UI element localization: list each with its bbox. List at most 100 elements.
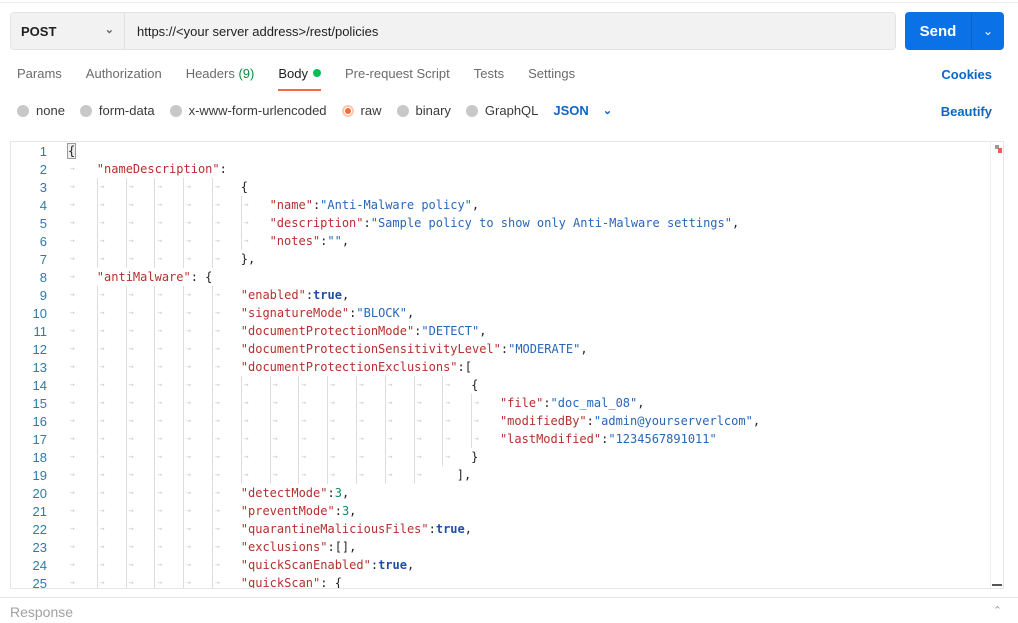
- tab-arrow-icon: →: [183, 412, 212, 430]
- line-number: 3: [39, 179, 47, 195]
- code-token: ],: [442, 468, 472, 482]
- radio-graphql[interactable]: GraphQL: [465, 103, 538, 118]
- tab-arrow-icon: →: [70, 218, 75, 227]
- code-token: :: [500, 342, 509, 356]
- tab-arrow-icon: →: [211, 250, 241, 268]
- tab-label: Settings: [528, 66, 576, 81]
- tab-arrow-icon: →: [183, 304, 212, 322]
- tab-arrow-icon: →: [298, 394, 327, 412]
- tab-arrow-icon: →: [125, 304, 155, 322]
- line-number: 23: [32, 539, 47, 555]
- radio-x-www-form-urlencoded[interactable]: x-www-form-urlencoded: [169, 103, 327, 118]
- tab-arrow-icon: →: [413, 466, 443, 484]
- line-number: 10: [32, 305, 47, 321]
- tab-arrow-icon: →: [355, 466, 385, 484]
- code-line: 1{: [11, 142, 77, 160]
- tab-authorization[interactable]: Authorization: [86, 66, 162, 90]
- code-token: "signatureMode": [240, 306, 350, 320]
- code-token: "documentProtectionSensitivityLevel": [240, 342, 501, 356]
- code-line: 12 → → → → → → "documentProtectionSensitivityLe…: [11, 340, 588, 358]
- code-token: :: [305, 288, 314, 302]
- tab-arrow-icon: →: [125, 286, 155, 304]
- tab-arrow-icon: →: [154, 502, 183, 520]
- code-token: "exclusions": [240, 540, 328, 554]
- code-token: "lastModified": [499, 432, 602, 446]
- tab-tests[interactable]: Tests: [474, 66, 504, 90]
- cookies-link[interactable]: Cookies: [941, 67, 992, 82]
- radio-circle-icon: [396, 104, 409, 117]
- tab-params[interactable]: Params: [17, 66, 62, 90]
- tab-arrow-icon: →: [154, 286, 183, 304]
- tab-body[interactable]: Body: [278, 66, 321, 91]
- tab-arrow-icon: →: [327, 412, 356, 430]
- code-token: ,: [580, 342, 588, 356]
- chevron-up-icon[interactable]: ⌃: [993, 604, 1002, 617]
- tab-arrow-icon: →: [269, 412, 299, 430]
- tab-arrow-icon: →: [211, 394, 241, 412]
- code-token: true: [378, 558, 407, 572]
- tab-arrow-icon: →: [154, 358, 183, 376]
- code-line: 13 → → → → → → "documentProtectionExclusions":[: [11, 358, 472, 376]
- resize-handle-icon[interactable]: [992, 584, 1002, 586]
- tab-arrow-icon: →: [154, 322, 183, 340]
- send-options-chevron-icon[interactable]: ⌄: [972, 12, 1004, 50]
- tab-headers[interactable]: Headers (9): [186, 66, 255, 90]
- code-line: 10 → → → → → → "signatureMode": "BLOCK",: [11, 304, 414, 322]
- tab-arrow-icon: →: [298, 466, 327, 484]
- line-number: 24: [32, 557, 47, 573]
- code-token: ,: [341, 288, 350, 302]
- tab-arrow-icon: →: [355, 412, 385, 430]
- tab-arrow-icon: →: [70, 488, 75, 497]
- line-number: 19: [32, 467, 47, 483]
- code-token: :: [586, 414, 594, 428]
- code-line: 3 → → → → → →{: [11, 178, 248, 196]
- tab-arrow-icon: →: [125, 394, 155, 412]
- code-line: 23 → → → → → → "exclusions":[],: [11, 538, 356, 556]
- tab-arrow-icon: →: [96, 484, 126, 502]
- radio-circle-icon: [17, 104, 29, 117]
- tab-arrow-icon: →: [96, 448, 126, 466]
- radio-form-data[interactable]: form-data: [79, 103, 155, 118]
- line-number: 14: [32, 377, 47, 393]
- tab-arrow-icon: →: [183, 520, 212, 538]
- code-token: 3: [341, 504, 350, 518]
- line-number: 21: [32, 503, 47, 519]
- url-input[interactable]: https://<your server address>/rest/polic…: [125, 13, 378, 49]
- tab-arrow-icon: →: [125, 340, 155, 358]
- tab-arrow-icon: →: [269, 430, 299, 448]
- line-number: 20: [32, 485, 47, 501]
- tab-arrow-icon: →: [96, 196, 126, 214]
- tab-arrow-icon: →: [154, 574, 183, 588]
- method-label: POST: [21, 23, 57, 39]
- radio-binary[interactable]: binary: [396, 103, 451, 118]
- beautify-button[interactable]: Beautify: [941, 104, 992, 119]
- code-token: "doc_mal_08": [550, 396, 638, 410]
- tab-arrow-icon: →: [384, 394, 414, 412]
- tab-arrow-icon: →: [125, 538, 155, 556]
- tab-arrow-icon: →: [125, 448, 155, 466]
- line-number: 18: [32, 449, 47, 465]
- tab-arrow-icon: →: [471, 430, 500, 448]
- radio-circle-icon: [341, 104, 354, 117]
- tab-arrow-icon: →: [327, 376, 356, 394]
- editor-scrollbar[interactable]: [990, 142, 1003, 588]
- radio-none[interactable]: none: [17, 103, 65, 118]
- response-panel[interactable]: Response ⌃: [0, 597, 1018, 623]
- send-button[interactable]: Send: [905, 12, 972, 50]
- tab-arrow-icon: →: [298, 376, 327, 394]
- code-token: :[: [457, 360, 472, 374]
- tab-arrow-icon: →: [154, 538, 183, 556]
- tab-arrow-icon: →: [471, 394, 500, 412]
- tab-arrow-icon: →: [211, 484, 241, 502]
- method-select[interactable]: POST ⌄: [11, 13, 125, 49]
- code-token: :[],: [327, 540, 357, 554]
- tab-pre-request-script[interactable]: Pre-request Script: [345, 66, 450, 90]
- language-select[interactable]: JSON ⌄: [553, 103, 612, 118]
- code-editor[interactable]: 1{2 → "nameDescription":3 → → → → → →{4 → → → → → → → "n…: [10, 141, 1004, 589]
- tab-settings[interactable]: Settings: [528, 66, 575, 90]
- code-token: "Sample policy to show only Anti-Malware…: [370, 216, 732, 230]
- radio-raw[interactable]: raw: [341, 103, 382, 118]
- tab-arrow-icon: →: [269, 376, 299, 394]
- tab-label: Body: [278, 66, 308, 81]
- line-number: 11: [33, 323, 48, 339]
